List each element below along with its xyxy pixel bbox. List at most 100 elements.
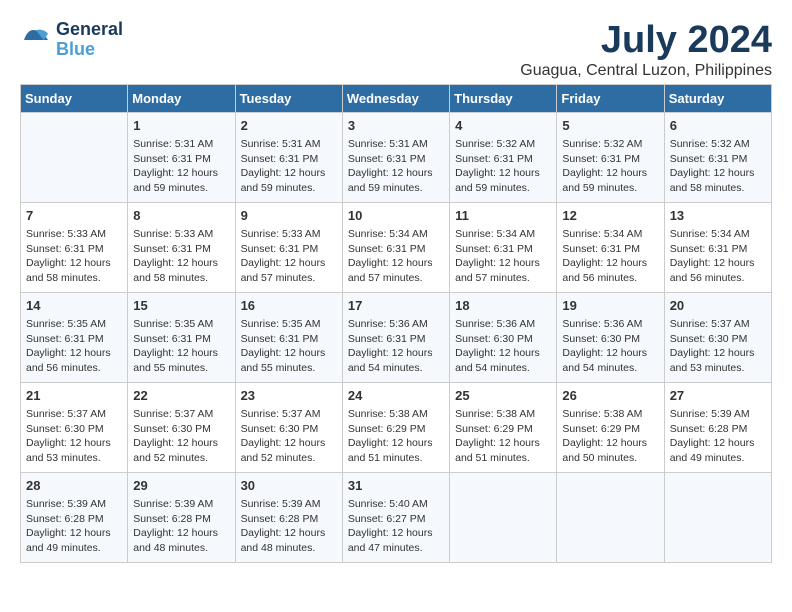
day-number: 24 — [348, 387, 444, 405]
day-number: 18 — [455, 297, 551, 315]
calendar-cell: 8Sunrise: 5:33 AM Sunset: 6:31 PM Daylig… — [128, 202, 235, 292]
day-info: Sunrise: 5:32 AM Sunset: 6:31 PM Dayligh… — [562, 137, 658, 196]
calendar-cell: 15 Sunrise: 5:35 AM Sunset: 6:31 PM Dayli… — [128, 292, 235, 382]
weekday-header-monday: Monday — [128, 84, 235, 112]
calendar-cell — [21, 112, 128, 202]
calendar-week-row: 7 Sunrise: 5:33 AM Sunset: 6:31 PM Daylig… — [21, 202, 772, 292]
day-number: 26 — [562, 387, 658, 405]
calendar-cell: 2 Sunrise: 5:31 AM Sunset: 6:31 PM Daylig… — [235, 112, 342, 202]
day-number: 2 — [241, 117, 337, 135]
day-info: Sunrise: 5:33 AM Sunset: 6:31 PM Dayligh… — [133, 227, 229, 286]
day-number: 1 — [133, 117, 229, 135]
day-info: Sunrise: 5:34 AM Sunset: 6:31 PM Dayligh… — [455, 227, 551, 286]
day-number: 9 — [241, 207, 337, 225]
day-info: Sunrise: 5:38 AM Sunset: 6:29 PM Dayligh… — [348, 407, 444, 466]
day-info: Sunrise: 5:39 AM Sunset: 6:28 PM Dayligh… — [670, 407, 766, 466]
weekday-header-thursday: Thursday — [450, 84, 557, 112]
calendar-cell: 12 Sunrise: 5:34 AM Sunset: 6:31 PM Dayli… — [557, 202, 664, 292]
logo-icon — [20, 24, 52, 56]
day-info: Sunrise: 5:37 AM Sunset: 6:30 PM Dayligh… — [133, 407, 229, 466]
calendar-cell: 27 Sunrise: 5:39 AM Sunset: 6:28 PM Dayli… — [664, 382, 771, 472]
day-number: 31 — [348, 477, 444, 495]
calendar-cell: 1Sunrise: 5:31 AM Sunset: 6:31 PM Daylig… — [128, 112, 235, 202]
day-info: Sunrise: 5:38 AM Sunset: 6:29 PM Dayligh… — [455, 407, 551, 466]
calendar-cell: 17 Sunrise: 5:36 AM Sunset: 6:31 PM Dayli… — [342, 292, 449, 382]
calendar-cell: 10 Sunrise: 5:34 AM Sunset: 6:31 PM Dayli… — [342, 202, 449, 292]
title-area: July 2024 Guagua, Central Luzon, Philipp… — [520, 20, 772, 80]
day-number: 5 — [562, 117, 658, 135]
day-number: 15 — [133, 297, 229, 315]
day-number: 4 — [455, 117, 551, 135]
calendar-cell: 29Sunrise: 5:39 AM Sunset: 6:28 PM Dayli… — [128, 472, 235, 562]
weekday-header-friday: Friday — [557, 84, 664, 112]
calendar-cell — [557, 472, 664, 562]
day-number: 23 — [241, 387, 337, 405]
day-number: 14 — [26, 297, 122, 315]
day-info: Sunrise: 5:31 AM Sunset: 6:31 PM Dayligh… — [241, 137, 337, 196]
day-number: 20 — [670, 297, 766, 315]
day-info: Sunrise: 5:39 AM Sunset: 6:28 PM Dayligh… — [133, 497, 229, 556]
calendar-table: SundayMondayTuesdayWednesdayThursdayFrid… — [20, 84, 772, 563]
day-info: Sunrise: 5:40 AM Sunset: 6:27 PM Dayligh… — [348, 497, 444, 556]
day-info: Sunrise: 5:36 AM Sunset: 6:30 PM Dayligh… — [455, 317, 551, 376]
day-number: 30 — [241, 477, 337, 495]
calendar-cell: 6Sunrise: 5:32 AM Sunset: 6:31 PM Daylig… — [664, 112, 771, 202]
calendar-cell: 7 Sunrise: 5:33 AM Sunset: 6:31 PM Daylig… — [21, 202, 128, 292]
calendar-cell: 3Sunrise: 5:31 AM Sunset: 6:31 PM Daylig… — [342, 112, 449, 202]
day-info: Sunrise: 5:36 AM Sunset: 6:31 PM Dayligh… — [348, 317, 444, 376]
calendar-cell: 14Sunrise: 5:35 AM Sunset: 6:31 PM Dayli… — [21, 292, 128, 382]
weekday-header-row: SundayMondayTuesdayWednesdayThursdayFrid… — [21, 84, 772, 112]
day-number: 16 — [241, 297, 337, 315]
calendar-cell: 5 Sunrise: 5:32 AM Sunset: 6:31 PM Daylig… — [557, 112, 664, 202]
day-info: Sunrise: 5:33 AM Sunset: 6:31 PM Dayligh… — [26, 227, 122, 286]
calendar-cell: 11 Sunrise: 5:34 AM Sunset: 6:31 PM Dayli… — [450, 202, 557, 292]
day-number: 22 — [133, 387, 229, 405]
calendar-week-row: 21 Sunrise: 5:37 AM Sunset: 6:30 PM Dayli… — [21, 382, 772, 472]
day-number: 12 — [562, 207, 658, 225]
calendar-cell — [450, 472, 557, 562]
day-info: Sunrise: 5:35 AM Sunset: 6:31 PM Dayligh… — [241, 317, 337, 376]
calendar-cell — [664, 472, 771, 562]
day-info: Sunrise: 5:37 AM Sunset: 6:30 PM Dayligh… — [241, 407, 337, 466]
page-header: GeneralBlue July 2024 Guagua, Central Lu… — [20, 20, 772, 80]
calendar-cell: 26 Sunrise: 5:38 AM Sunset: 6:29 PM Dayli… — [557, 382, 664, 472]
calendar-cell: 22 Sunrise: 5:37 AM Sunset: 6:30 PM Dayli… — [128, 382, 235, 472]
location-title: Guagua, Central Luzon, Philippines — [520, 62, 772, 80]
calendar-cell: 13Sunrise: 5:34 AM Sunset: 6:31 PM Dayli… — [664, 202, 771, 292]
day-number: 17 — [348, 297, 444, 315]
day-number: 27 — [670, 387, 766, 405]
day-number: 21 — [26, 387, 122, 405]
calendar-cell: 9Sunrise: 5:33 AM Sunset: 6:31 PM Daylig… — [235, 202, 342, 292]
day-number: 28 — [26, 477, 122, 495]
day-number: 19 — [562, 297, 658, 315]
calendar-cell: 30 Sunrise: 5:39 AM Sunset: 6:28 PM Dayli… — [235, 472, 342, 562]
calendar-cell: 25 Sunrise: 5:38 AM Sunset: 6:29 PM Dayli… — [450, 382, 557, 472]
weekday-header-wednesday: Wednesday — [342, 84, 449, 112]
calendar-week-row: 28 Sunrise: 5:39 AM Sunset: 6:28 PM Dayli… — [21, 472, 772, 562]
calendar-week-row: 14 Sunrise: 5:35 AM Sunset: 6:31 PM Dayli… — [21, 292, 772, 382]
day-info: Sunrise: 5:34 AM Sunset: 6:31 PM Dayligh… — [348, 227, 444, 286]
weekday-header-tuesday: Tuesday — [235, 84, 342, 112]
day-number: 11 — [455, 207, 551, 225]
calendar-cell: 28Sunrise: 5:39 AM Sunset: 6:28 PM Dayli… — [21, 472, 128, 562]
day-number: 25 — [455, 387, 551, 405]
day-info: Sunrise: 5:35 AM Sunset: 6:31 PM Dayligh… — [133, 317, 229, 376]
weekday-header-sunday: Sunday — [21, 84, 128, 112]
day-info: Sunrise: 5:36 AM Sunset: 6:30 PM Dayligh… — [562, 317, 658, 376]
calendar-week-row: 1 Sunrise: 5:31 AM Sunset: 6:31 PM Daylig… — [21, 112, 772, 202]
calendar-cell: 4Sunrise: 5:32 AM Sunset: 6:31 PM Daylig… — [450, 112, 557, 202]
day-number: 10 — [348, 207, 444, 225]
day-info: Sunrise: 5:38 AM Sunset: 6:29 PM Dayligh… — [562, 407, 658, 466]
day-info: Sunrise: 5:37 AM Sunset: 6:30 PM Dayligh… — [26, 407, 122, 466]
day-info: Sunrise: 5:34 AM Sunset: 6:31 PM Dayligh… — [562, 227, 658, 286]
weekday-header-saturday: Saturday — [664, 84, 771, 112]
calendar-cell: 18 Sunrise: 5:36 AM Sunset: 6:30 PM Dayli… — [450, 292, 557, 382]
day-number: 7 — [26, 207, 122, 225]
calendar-cell: 31 Sunrise: 5:40 AM Sunset: 6:27 PM Dayli… — [342, 472, 449, 562]
day-info: Sunrise: 5:39 AM Sunset: 6:28 PM Dayligh… — [241, 497, 337, 556]
calendar-cell: 23 Sunrise: 5:37 AM Sunset: 6:30 PM Dayli… — [235, 382, 342, 472]
calendar-cell: 24 Sunrise: 5:38 AM Sunset: 6:29 PM Dayli… — [342, 382, 449, 472]
day-info: Sunrise: 5:31 AM Sunset: 6:31 PM Dayligh… — [348, 137, 444, 196]
calendar-cell: 20Sunrise: 5:37 AM Sunset: 6:30 PM Dayli… — [664, 292, 771, 382]
logo-text: GeneralBlue — [56, 20, 123, 60]
